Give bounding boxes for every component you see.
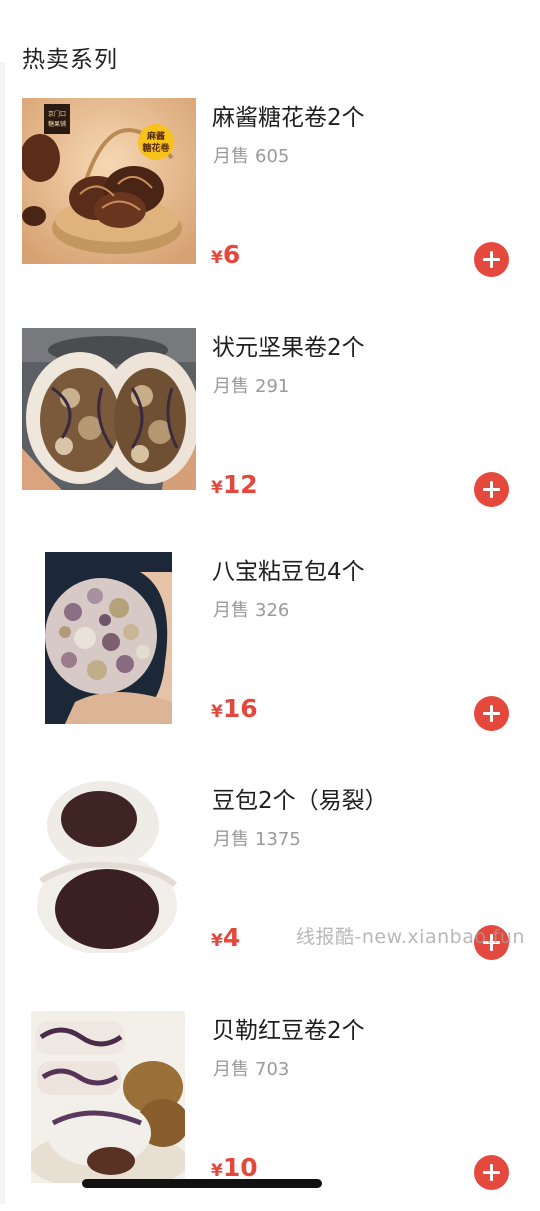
sales-label: 月售 — [213, 829, 249, 850]
price-value: 12 — [222, 470, 258, 499]
product-name[interactable]: 八宝粘豆包4个 — [212, 552, 365, 586]
price: ¥4 — [211, 923, 240, 952]
monthly-sales: 月售 605 — [213, 142, 289, 168]
price-value: 10 — [222, 1153, 258, 1182]
price-value: 6 — [222, 240, 241, 269]
price: ¥16 — [211, 694, 258, 723]
shop-label-line1: 京门口 — [48, 110, 66, 118]
product-item[interactable]: 状元坚果卷2个 月售 291 ¥12 — [0, 328, 540, 528]
product-item[interactable]: 豆包2个（易裂） 月售 1375 ¥4 — [0, 781, 540, 981]
sales-label: 月售 — [213, 1059, 249, 1080]
currency-symbol: ¥ — [211, 1161, 223, 1181]
add-to-cart-button[interactable] — [474, 472, 509, 507]
price: ¥6 — [211, 240, 240, 269]
badge-line2: 糖花卷 — [142, 142, 170, 154]
product-name[interactable]: 贝勒红豆卷2个 — [212, 1011, 365, 1045]
product-item[interactable]: 京门口 糖果铺 麻酱 糖花卷 麻酱糖花卷2个 月售 605 ¥6 — [0, 98, 540, 298]
product-image[interactable] — [31, 1011, 185, 1183]
sales-count: 326 — [255, 600, 290, 621]
currency-symbol: ¥ — [211, 478, 223, 498]
product-name[interactable]: 麻酱糖花卷2个 — [212, 98, 365, 132]
monthly-sales: 月售 1375 — [213, 825, 301, 851]
sales-count: 1375 — [255, 829, 301, 850]
price-value: 16 — [222, 694, 258, 723]
sales-label: 月售 — [213, 600, 249, 621]
sales-label: 月售 — [213, 376, 249, 397]
sales-label: 月售 — [213, 146, 249, 167]
add-to-cart-button[interactable] — [474, 242, 509, 277]
product-name[interactable]: 豆包2个（易裂） — [212, 781, 388, 815]
watermark: 线报酷-new.xianbao.fun — [296, 926, 525, 948]
product-image[interactable]: 京门口 糖果铺 麻酱 糖花卷 — [22, 98, 196, 264]
price: ¥10 — [211, 1153, 258, 1182]
product-image[interactable] — [37, 781, 179, 953]
badge-line1: 麻酱 — [146, 130, 165, 142]
home-indicator[interactable] — [82, 1179, 322, 1188]
shop-label-line2: 糖果铺 — [48, 120, 66, 128]
add-to-cart-button[interactable] — [474, 696, 509, 731]
section-title: 热卖系列 — [22, 47, 118, 73]
price: ¥12 — [211, 470, 258, 499]
monthly-sales: 月售 326 — [213, 596, 289, 622]
add-to-cart-button[interactable] — [474, 1155, 509, 1190]
sales-count: 703 — [255, 1059, 290, 1080]
sales-count: 291 — [255, 376, 290, 397]
currency-symbol: ¥ — [211, 248, 223, 268]
product-name[interactable]: 状元坚果卷2个 — [212, 328, 365, 362]
monthly-sales: 月售 291 — [213, 372, 289, 398]
currency-symbol: ¥ — [211, 931, 223, 951]
price-value: 4 — [222, 923, 241, 952]
sales-count: 605 — [255, 146, 290, 167]
currency-symbol: ¥ — [211, 702, 223, 722]
monthly-sales: 月售 703 — [213, 1055, 289, 1081]
product-item[interactable]: 八宝粘豆包4个 月售 326 ¥16 — [0, 552, 540, 752]
product-image[interactable] — [45, 552, 172, 724]
product-image[interactable] — [22, 328, 196, 490]
